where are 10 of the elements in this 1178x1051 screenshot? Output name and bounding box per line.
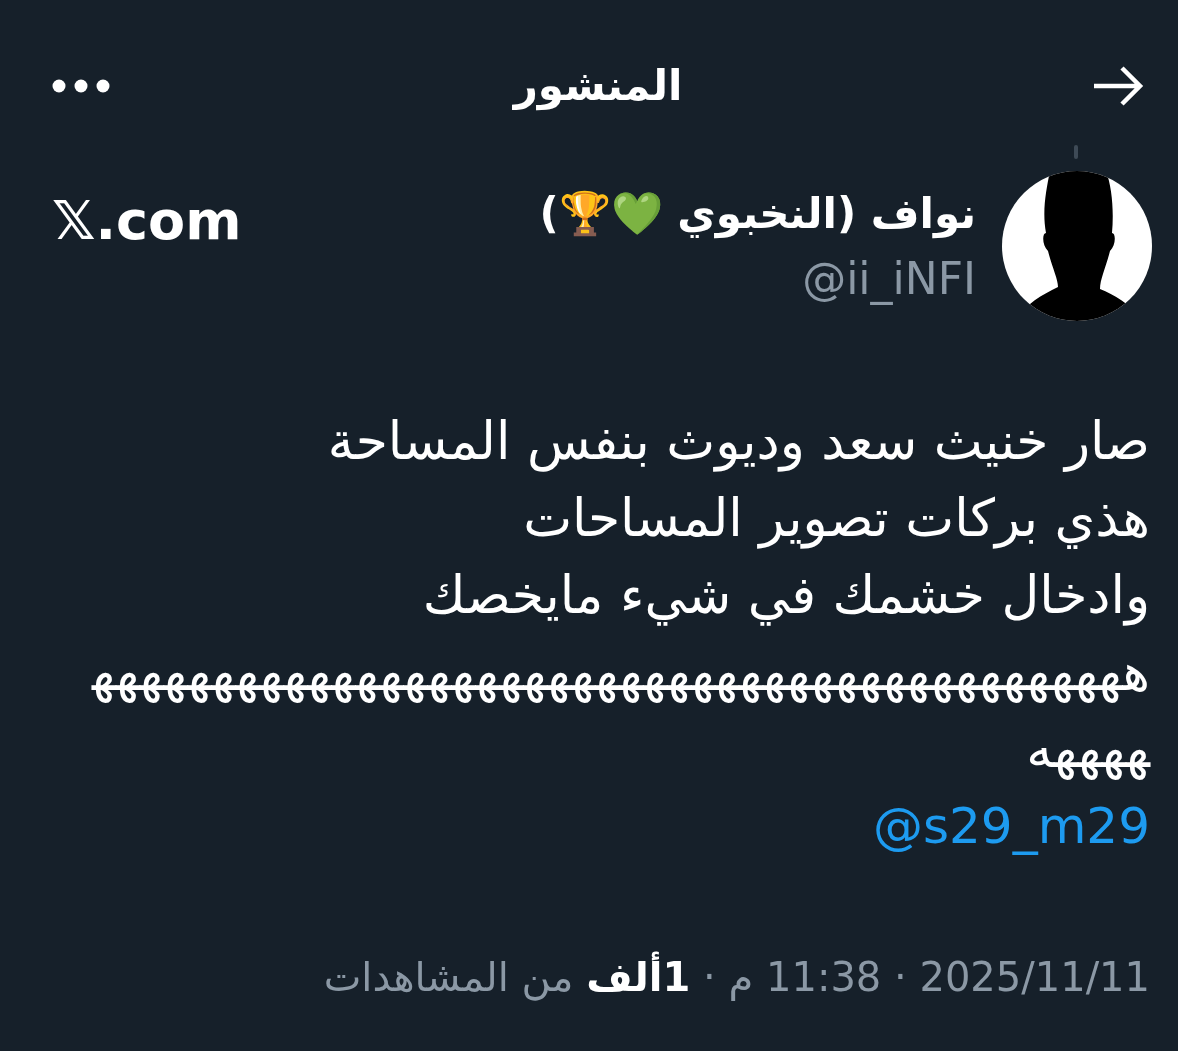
right-arrow-icon xyxy=(1092,66,1144,106)
author-handle[interactable]: @ii_iNFI xyxy=(802,253,976,305)
post-text: صار خنيث سعد وديوث بنفس المساحة هذي بركات تصوير المساحات وادخال خشمك في شيء مايخصك ههههههههههههههههههههههههههههههههههههههههههههههههه xyxy=(90,410,1150,782)
page-title: المنشور xyxy=(511,60,684,112)
site-logo-text: 𝕏.com xyxy=(52,189,242,253)
more-icon xyxy=(52,79,110,93)
mention-link[interactable]: @s29_m29 xyxy=(873,788,1150,865)
post-timestamp-views: 2025/11/11 · 11:38 م · 1ألف من المشاهدات xyxy=(323,949,1150,1005)
author-name[interactable]: نواف (النخبوي 💚🏆) xyxy=(539,187,976,241)
thread-connector-line xyxy=(1074,145,1078,159)
